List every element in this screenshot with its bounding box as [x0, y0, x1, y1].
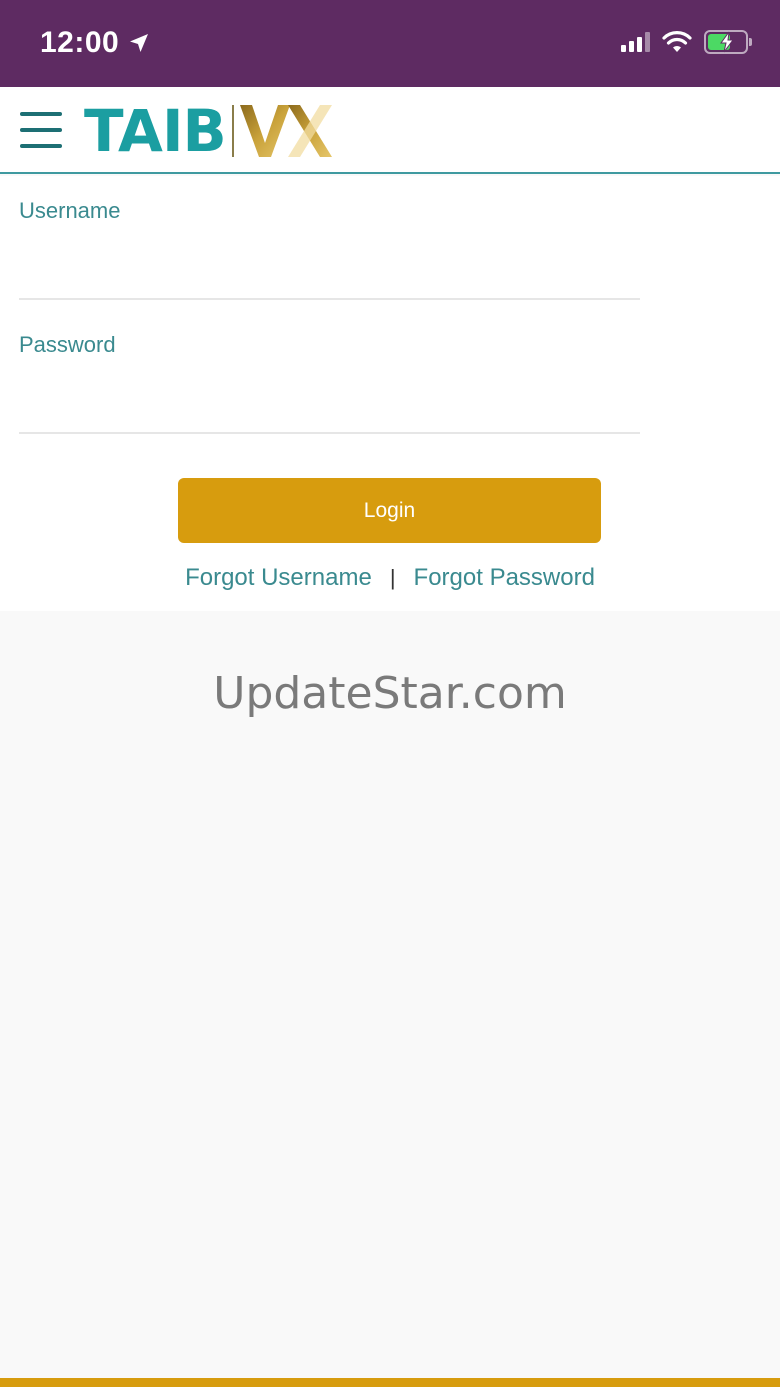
status-icons: [621, 30, 752, 54]
password-label: Password: [19, 332, 116, 357]
username-field[interactable]: [19, 260, 640, 300]
login-screen: 12:00 TAIB VX Username Password Login Fo…: [0, 0, 780, 1387]
hamburger-menu-icon[interactable]: [20, 112, 62, 148]
app-logo: TAIB VX: [84, 101, 334, 161]
app-header: TAIB VX: [0, 87, 780, 174]
link-separator: |: [389, 565, 396, 590]
password-field[interactable]: [19, 394, 640, 434]
username-label: Username: [19, 198, 121, 223]
cellular-signal-icon: [621, 32, 650, 52]
svg-text:VX: VX: [238, 103, 240, 104]
forgot-password-link[interactable]: Forgot Password: [414, 564, 595, 592]
wifi-icon: [662, 31, 692, 52]
forgot-links: Forgot Username | Forgot Password: [0, 564, 780, 592]
battery-charging-icon: [704, 30, 752, 54]
status-time-group: 12:00: [40, 26, 151, 60]
status-time: 12:00: [40, 26, 120, 59]
logo-text: TAIB: [84, 97, 227, 165]
bottom-accent-bar: [0, 1378, 780, 1387]
watermark-text: UpdateStar.com: [213, 668, 567, 719]
forgot-username-link[interactable]: Forgot Username: [185, 564, 372, 592]
status-bar: 12:00: [0, 0, 780, 87]
login-button[interactable]: Login: [178, 478, 601, 543]
logo-divider: [231, 105, 234, 157]
logo-vx-mark: VX: [238, 103, 332, 157]
login-form: Username Password Login Forgot Username …: [0, 176, 780, 611]
location-arrow-icon: [130, 34, 149, 52]
